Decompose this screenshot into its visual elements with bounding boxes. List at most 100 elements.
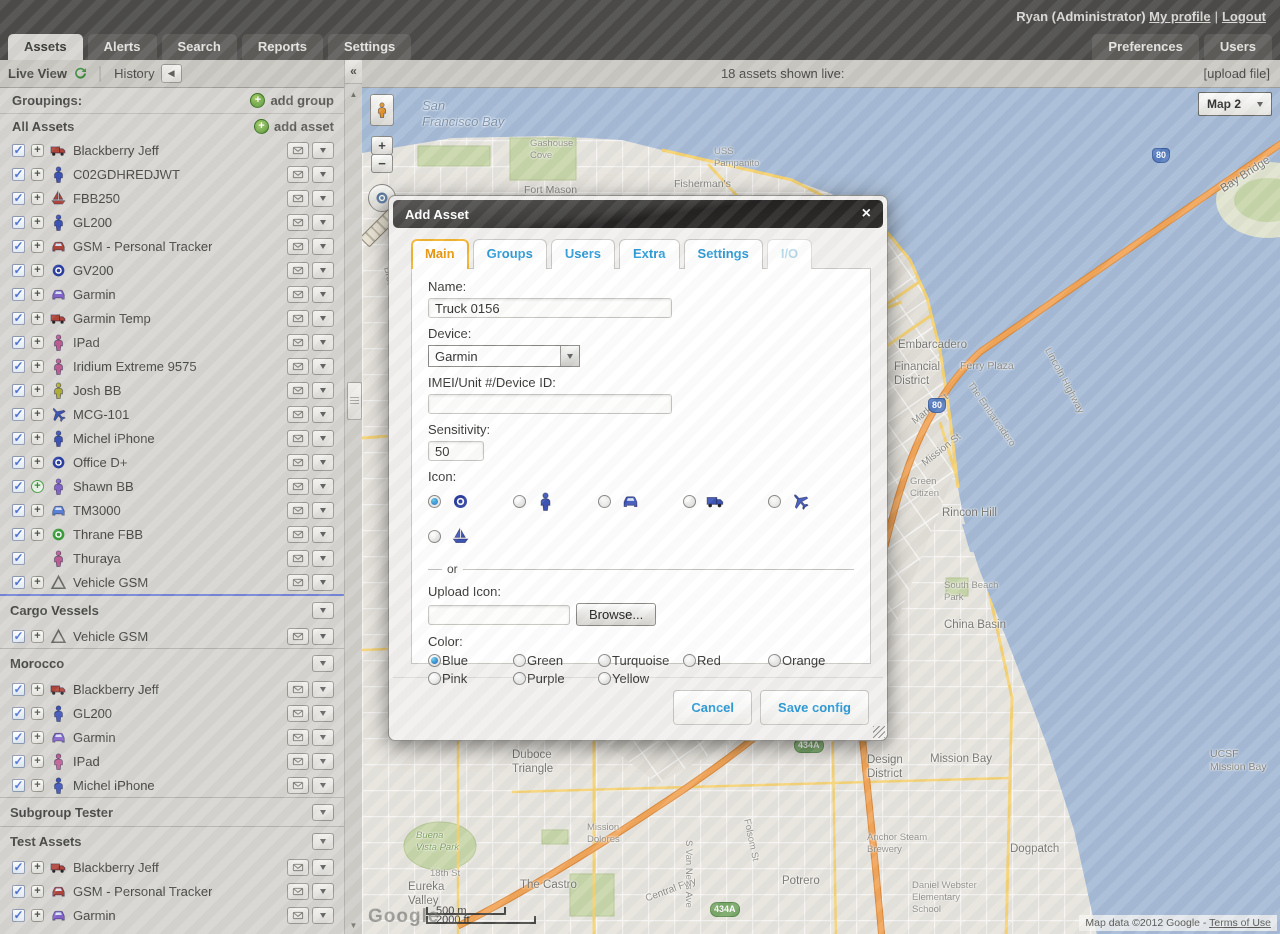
live-view-label[interactable]: Live View — [8, 66, 67, 81]
message-button[interactable] — [287, 883, 309, 900]
icon-option-dot[interactable] — [428, 492, 513, 511]
message-button[interactable] — [287, 478, 309, 495]
asset-checkbox[interactable]: ✓ — [12, 144, 25, 157]
message-button[interactable] — [287, 681, 309, 698]
group-menu-button[interactable] — [312, 602, 334, 619]
message-button[interactable] — [287, 729, 309, 746]
asset-row[interactable]: ✓+IPad — [0, 330, 344, 354]
icon-option-plane[interactable] — [768, 492, 853, 511]
upload-file-link[interactable]: [upload file] — [1204, 66, 1271, 81]
expand-button[interactable]: + — [31, 144, 44, 157]
asset-row[interactable]: ✓+Garmin — [0, 725, 344, 749]
message-button[interactable] — [287, 262, 309, 279]
asset-checkbox[interactable]: ✓ — [12, 432, 25, 445]
group-header-test-assets[interactable]: Test Assets — [0, 826, 344, 855]
radio-orange[interactable] — [768, 654, 781, 667]
message-button[interactable] — [287, 238, 309, 255]
asset-checkbox[interactable]: ✓ — [12, 576, 25, 589]
color-option-pink[interactable]: Pink — [428, 671, 513, 686]
device-select[interactable]: Garmin — [428, 345, 580, 367]
message-button[interactable] — [287, 286, 309, 303]
message-button[interactable] — [287, 526, 309, 543]
add-group-icon[interactable]: + — [250, 93, 265, 108]
message-button[interactable] — [287, 907, 309, 924]
save-config-button[interactable]: Save config — [760, 690, 869, 725]
map-zoom-out-button[interactable]: − — [371, 154, 393, 173]
asset-row[interactable]: ✓+Thrane FBB — [0, 522, 344, 546]
expand-button[interactable]: + — [31, 168, 44, 181]
tab-assets[interactable]: Assets — [8, 34, 83, 60]
dialog-title-bar[interactable]: Add Asset × — [393, 200, 883, 228]
scroll-up-arrow[interactable]: ▲ — [345, 90, 362, 99]
icon-option-boat[interactable] — [428, 527, 513, 546]
asset-row[interactable]: ✓+Garmin — [0, 282, 344, 306]
expand-button[interactable]: + — [31, 264, 44, 277]
asset-checkbox[interactable]: ✓ — [12, 707, 25, 720]
radio-plane[interactable] — [768, 495, 781, 508]
close-icon[interactable]: × — [862, 206, 871, 222]
asset-checkbox[interactable]: ✓ — [12, 861, 25, 874]
asset-menu-button[interactable] — [312, 478, 334, 495]
asset-row[interactable]: ✓+MCG-101 — [0, 402, 344, 426]
asset-checkbox[interactable]: ✓ — [12, 504, 25, 517]
add-group-link[interactable]: add group — [270, 93, 334, 108]
message-button[interactable] — [287, 859, 309, 876]
add-asset-link[interactable]: add asset — [274, 119, 334, 134]
message-button[interactable] — [287, 753, 309, 770]
asset-menu-button[interactable] — [312, 454, 334, 471]
asset-checkbox[interactable]: ✓ — [12, 630, 25, 643]
asset-row[interactable]: ✓+GSM - Personal Tracker — [0, 234, 344, 258]
asset-checkbox[interactable]: ✓ — [12, 360, 25, 373]
map-type-selector[interactable]: Map 2 — [1198, 92, 1272, 116]
asset-checkbox[interactable]: ✓ — [12, 731, 25, 744]
scrollbar-thumb[interactable] — [347, 382, 362, 420]
group-header-cargo-vessels[interactable]: Cargo Vessels — [0, 594, 344, 624]
asset-row[interactable]: ✓+Shawn BB — [0, 474, 344, 498]
group-menu-button[interactable] — [312, 804, 334, 821]
asset-row[interactable]: ✓+Garmin — [0, 903, 344, 927]
asset-row[interactable]: ✓+Blackberry Jeff — [0, 855, 344, 879]
tab-search[interactable]: Search — [162, 34, 237, 60]
color-option-turquoise[interactable]: Turquoise — [598, 653, 683, 668]
expand-button[interactable]: + — [31, 360, 44, 373]
expand-button[interactable]: + — [31, 528, 44, 541]
message-button[interactable] — [287, 454, 309, 471]
add-asset-icon[interactable]: + — [254, 119, 269, 134]
asset-row[interactable]: ✓+GL200 — [0, 701, 344, 725]
asset-menu-button[interactable] — [312, 334, 334, 351]
asset-row[interactable]: ✓+Office D+ — [0, 450, 344, 474]
radio-turquoise[interactable] — [598, 654, 611, 667]
asset-menu-button[interactable] — [312, 406, 334, 423]
cancel-button[interactable]: Cancel — [673, 690, 752, 725]
asset-menu-button[interactable] — [312, 358, 334, 375]
asset-checkbox[interactable]: ✓ — [12, 408, 25, 421]
expand-button[interactable]: + — [31, 630, 44, 643]
asset-menu-button[interactable] — [312, 310, 334, 327]
expand-button[interactable]: + — [31, 384, 44, 397]
asset-menu-button[interactable] — [312, 883, 334, 900]
message-button[interactable] — [287, 777, 309, 794]
color-option-purple[interactable]: Purple — [513, 671, 598, 686]
street-view-pegman-button[interactable] — [370, 94, 394, 126]
asset-row[interactable]: ✓+Blackberry Jeff — [0, 677, 344, 701]
radio-purple[interactable] — [513, 672, 526, 685]
group-header-morocco[interactable]: Morocco — [0, 648, 344, 677]
asset-menu-button[interactable] — [312, 262, 334, 279]
radio-boat[interactable] — [428, 530, 441, 543]
asset-row[interactable]: ✓+IPad — [0, 749, 344, 773]
expand-button[interactable]: + — [31, 312, 44, 325]
color-option-red[interactable]: Red — [683, 653, 768, 668]
expand-button[interactable]: + — [31, 336, 44, 349]
message-button[interactable] — [287, 358, 309, 375]
expand-button[interactable]: + — [31, 861, 44, 874]
dialog-tab-users[interactable]: Users — [551, 239, 615, 269]
group-header-subgroup-tester[interactable]: Subgroup Tester — [0, 797, 344, 826]
expand-button[interactable]: + — [31, 755, 44, 768]
asset-checkbox[interactable]: ✓ — [12, 312, 25, 325]
message-button[interactable] — [287, 142, 309, 159]
asset-menu-button[interactable] — [312, 859, 334, 876]
asset-row[interactable]: ✓+Blackberry Jeff — [0, 138, 344, 162]
my-profile-link[interactable]: My profile — [1149, 9, 1210, 24]
select-dropdown-button[interactable] — [560, 346, 579, 366]
asset-menu-button[interactable] — [312, 166, 334, 183]
